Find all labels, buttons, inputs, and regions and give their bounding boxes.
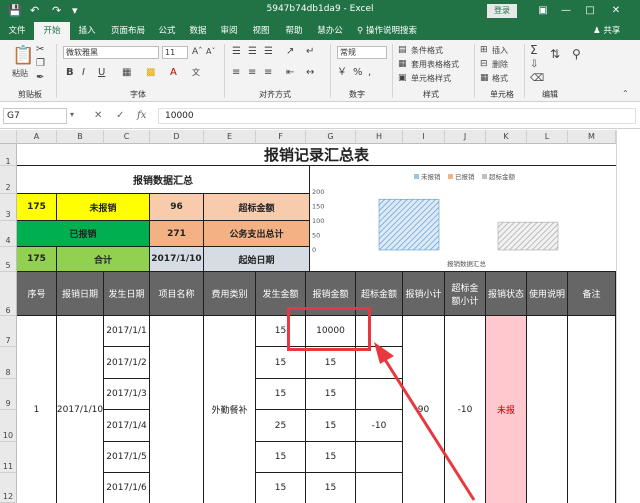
- annotation-arrow-line: [382, 357, 476, 501]
- annotation-arrow: [374, 342, 476, 501]
- annotation-arrow-head: [374, 342, 394, 364]
